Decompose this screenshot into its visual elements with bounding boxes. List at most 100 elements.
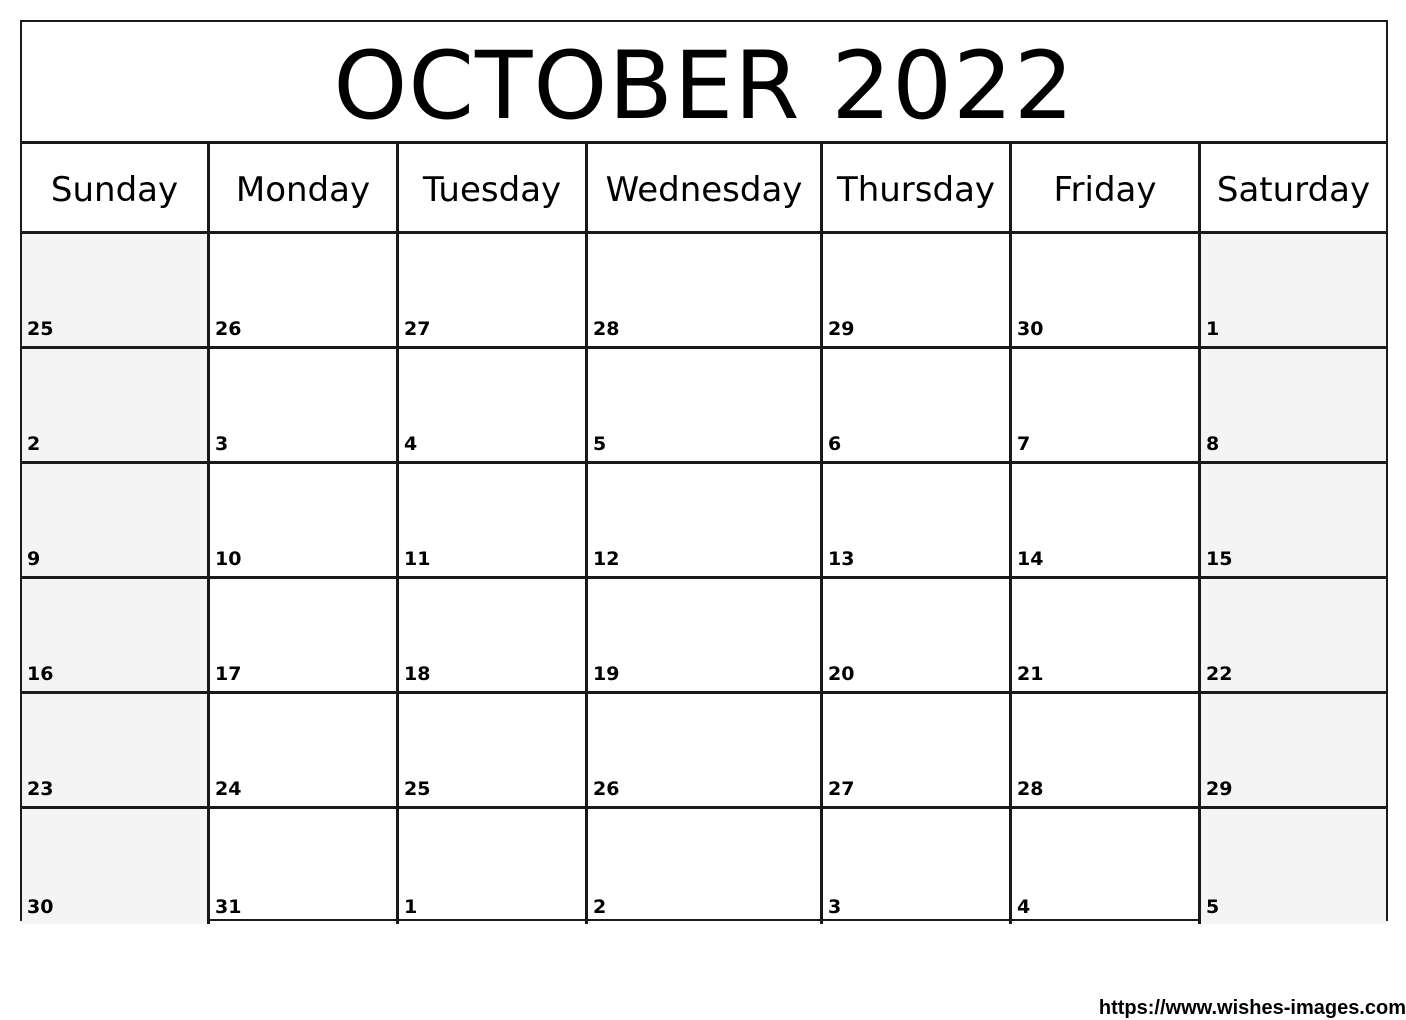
- day-cell: 22: [1201, 579, 1386, 694]
- day-cell: 7: [1012, 349, 1201, 464]
- day-cell: 16: [22, 579, 210, 694]
- week-row: 23 24 25 26 27 28 29: [22, 694, 1386, 809]
- weekday-saturday: Saturday: [1201, 144, 1386, 234]
- day-cell: 29: [823, 234, 1012, 349]
- day-number: 28: [1017, 778, 1044, 800]
- day-number: 5: [593, 433, 607, 455]
- day-number: 22: [1206, 663, 1233, 685]
- week-row: 16 17 18 19 20 21 22: [22, 579, 1386, 694]
- day-cell: 6: [823, 349, 1012, 464]
- day-number: 27: [404, 318, 431, 340]
- day-cell: 28: [588, 234, 823, 349]
- day-cell: 14: [1012, 464, 1201, 579]
- day-cell: 1: [399, 809, 588, 924]
- day-number: 29: [1206, 778, 1233, 800]
- day-cell: 30: [22, 809, 210, 924]
- day-number: 17: [215, 663, 242, 685]
- calendar-title: OCTOBER 2022: [22, 22, 1386, 144]
- day-cell: 9: [22, 464, 210, 579]
- day-number: 10: [215, 548, 242, 570]
- day-cell: 30: [1012, 234, 1201, 349]
- weekday-sunday: Sunday: [22, 144, 210, 234]
- weekday-friday: Friday: [1012, 144, 1201, 234]
- day-cell: 31: [210, 809, 399, 924]
- day-number: 16: [27, 663, 54, 685]
- day-cell: 4: [399, 349, 588, 464]
- calendar-grid: Sunday Monday Tuesday Wednesday Thursday…: [22, 144, 1386, 924]
- day-cell: 23: [22, 694, 210, 809]
- day-number: 2: [27, 433, 41, 455]
- day-cell: 20: [823, 579, 1012, 694]
- day-cell: 25: [399, 694, 588, 809]
- day-number: 30: [1017, 318, 1044, 340]
- day-number: 12: [593, 548, 620, 570]
- day-number: 9: [27, 548, 41, 570]
- day-cell: 5: [1201, 809, 1386, 924]
- day-cell: 2: [22, 349, 210, 464]
- day-cell: 25: [22, 234, 210, 349]
- day-cell: 15: [1201, 464, 1386, 579]
- day-number: 18: [404, 663, 431, 685]
- calendar: OCTOBER 2022 Sunday Monday Tuesday Wedne…: [20, 20, 1388, 924]
- day-cell: 13: [823, 464, 1012, 579]
- day-number: 5: [1206, 896, 1220, 918]
- day-cell: 1: [1201, 234, 1386, 349]
- day-number: 25: [404, 778, 431, 800]
- day-number: 30: [27, 896, 54, 918]
- day-number: 26: [215, 318, 242, 340]
- day-cell: 24: [210, 694, 399, 809]
- day-cell: 27: [399, 234, 588, 349]
- day-number: 26: [593, 778, 620, 800]
- day-cell: 26: [210, 234, 399, 349]
- day-number: 6: [828, 433, 842, 455]
- day-cell: 26: [588, 694, 823, 809]
- day-cell: 2: [588, 809, 823, 924]
- day-number: 24: [215, 778, 242, 800]
- day-cell: 18: [399, 579, 588, 694]
- footer-url: https://www.wishes-images.com: [1098, 997, 1406, 1019]
- day-number: 21: [1017, 663, 1044, 685]
- day-cell: 8: [1201, 349, 1386, 464]
- day-cell: 5: [588, 349, 823, 464]
- day-number: 14: [1017, 548, 1044, 570]
- day-number: 8: [1206, 433, 1220, 455]
- day-cell: 19: [588, 579, 823, 694]
- day-number: 11: [404, 548, 431, 570]
- weekday-thursday: Thursday: [823, 144, 1012, 234]
- day-cell: 21: [1012, 579, 1201, 694]
- day-number: 29: [828, 318, 855, 340]
- day-cell: 3: [823, 809, 1012, 924]
- day-number: 1: [404, 896, 418, 918]
- day-cell: 10: [210, 464, 399, 579]
- day-number: 3: [215, 433, 229, 455]
- day-number: 28: [593, 318, 620, 340]
- day-cell: 28: [1012, 694, 1201, 809]
- day-number: 31: [215, 896, 242, 918]
- day-number: 19: [593, 663, 620, 685]
- day-cell: 27: [823, 694, 1012, 809]
- day-cell: 29: [1201, 694, 1386, 809]
- day-number: 7: [1017, 433, 1031, 455]
- week-row: 2 3 4 5 6 7 8: [22, 349, 1386, 464]
- day-cell: 11: [399, 464, 588, 579]
- weekday-tuesday: Tuesday: [399, 144, 588, 234]
- day-number: 20: [828, 663, 855, 685]
- weekday-monday: Monday: [210, 144, 399, 234]
- day-number: 1: [1206, 318, 1220, 340]
- day-cell: 3: [210, 349, 399, 464]
- day-number: 23: [27, 778, 54, 800]
- day-cell: 12: [588, 464, 823, 579]
- day-number: 13: [828, 548, 855, 570]
- day-number: 4: [1017, 896, 1031, 918]
- week-row: 30 31 1 2 3 4 5: [22, 809, 1386, 924]
- weekday-header-row: Sunday Monday Tuesday Wednesday Thursday…: [22, 144, 1386, 234]
- day-number: 3: [828, 896, 842, 918]
- weeks-container: 25 26 27 28 29 30 1 2 3 4 5 6 7 8 9 10 11 12 13 14 15 16 17 18 1…: [22, 234, 1386, 924]
- day-number: 4: [404, 433, 418, 455]
- day-number: 27: [828, 778, 855, 800]
- day-cell: 17: [210, 579, 399, 694]
- day-number: 25: [27, 318, 54, 340]
- day-number: 2: [593, 896, 607, 918]
- day-number: 15: [1206, 548, 1233, 570]
- week-row: 9 10 11 12 13 14 15: [22, 464, 1386, 579]
